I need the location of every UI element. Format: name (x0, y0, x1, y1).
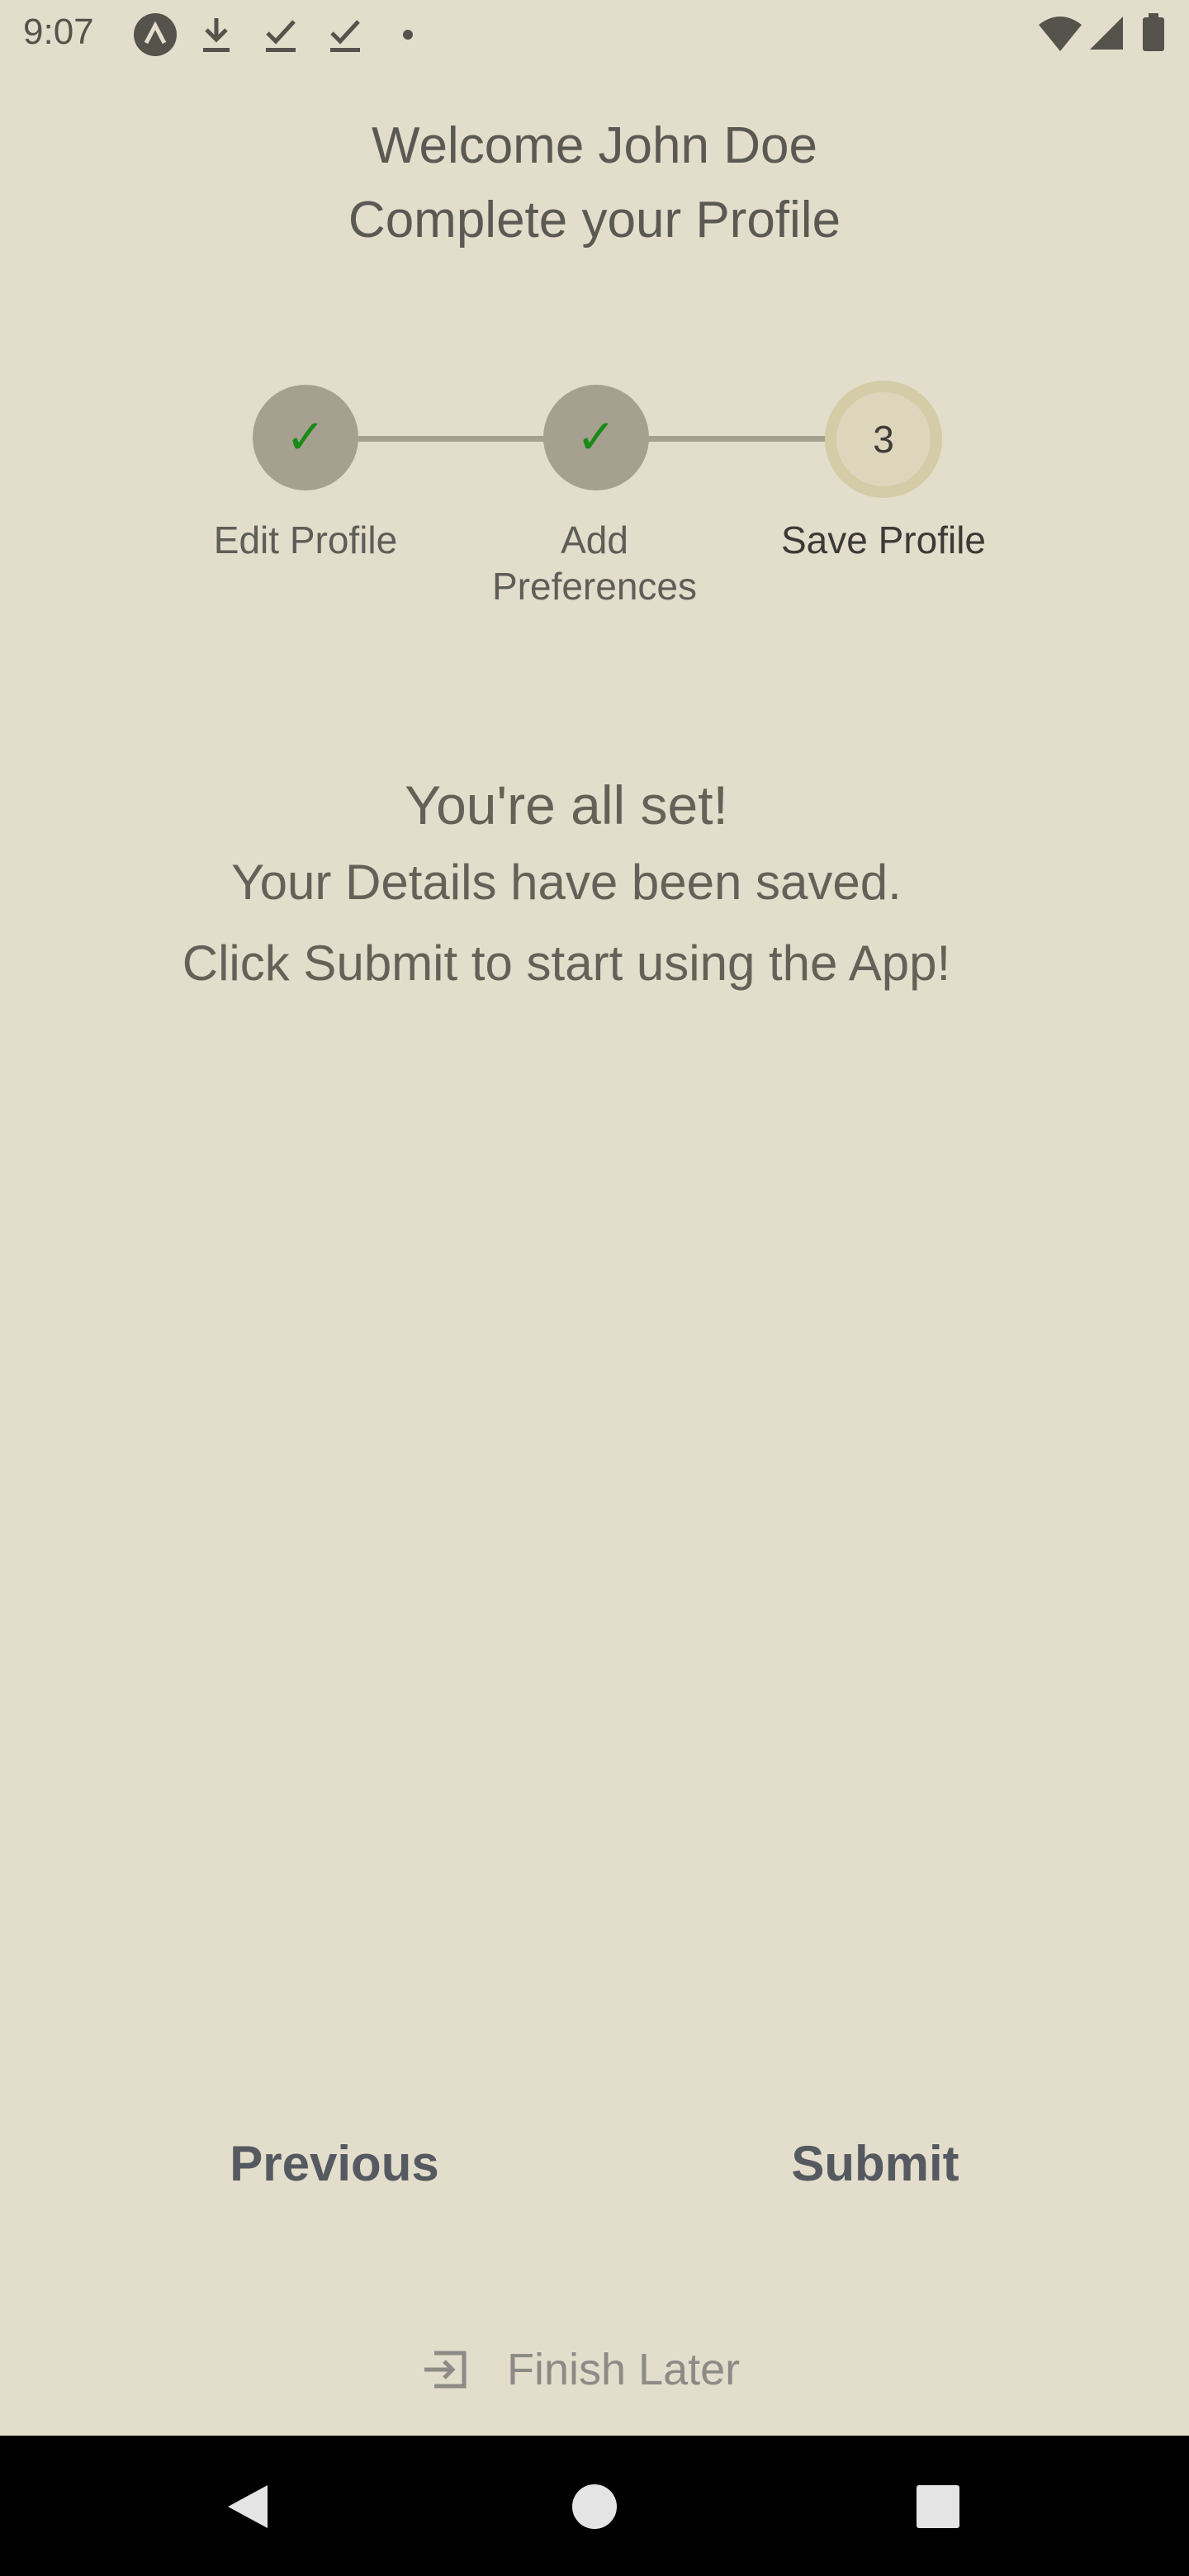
wifi-icon (1039, 17, 1082, 51)
submit-instruction-text: Click Submit to start using the App! (182, 935, 951, 991)
details-saved-text: Your Details have been saved. (231, 855, 902, 910)
step-2-label: Add Preferences (454, 517, 735, 609)
step-2-circle[interactable]: ✓ (543, 385, 649, 490)
status-time: 9:07 (23, 12, 94, 52)
finish-later-label: Finish Later (507, 2345, 741, 2394)
download-done-icon (266, 20, 296, 52)
step-connector-1 (355, 436, 552, 442)
exit-to-app-icon (424, 2351, 467, 2389)
step-2-label-line2: Preferences (491, 565, 697, 608)
step-3-label: Save Profile (780, 519, 986, 561)
download-icon (203, 18, 230, 52)
system-nav-bar (0, 2436, 1189, 2576)
app-notification-icon (134, 13, 177, 56)
recents-icon[interactable] (915, 2482, 961, 2531)
all-set-title: You're all set! (405, 774, 728, 836)
check-icon: ✓ (576, 410, 617, 464)
header: Welcome John Doe Complete your Profile (0, 109, 1189, 258)
submit-button[interactable]: Submit (760, 2122, 991, 2204)
step-1-circle[interactable]: ✓ (253, 385, 358, 490)
complete-profile-subtitle: Complete your Profile (348, 192, 841, 249)
home-icon[interactable] (571, 2482, 618, 2531)
download-done-icon (330, 20, 360, 52)
welcome-title: Welcome John Doe (372, 117, 817, 174)
dot-icon (403, 30, 413, 40)
step-3-number: 3 (873, 418, 894, 461)
check-icon: ✓ (285, 410, 326, 464)
step-1-label: Edit Profile (213, 519, 398, 561)
step-2-label-line1: Add (561, 519, 628, 561)
finish-later-button[interactable]: Finish Later (421, 2337, 740, 2403)
completion-message: You're all set! Your Details have been s… (0, 768, 1133, 1004)
previous-button[interactable]: Previous (206, 2122, 462, 2204)
status-bar: 9:07 (0, 0, 1189, 73)
back-icon[interactable] (225, 2482, 271, 2531)
cell-signal-icon (1090, 17, 1123, 50)
step-3-circle[interactable]: 3 (825, 381, 942, 498)
battery-icon (1143, 13, 1164, 51)
step-connector-2 (644, 436, 831, 442)
